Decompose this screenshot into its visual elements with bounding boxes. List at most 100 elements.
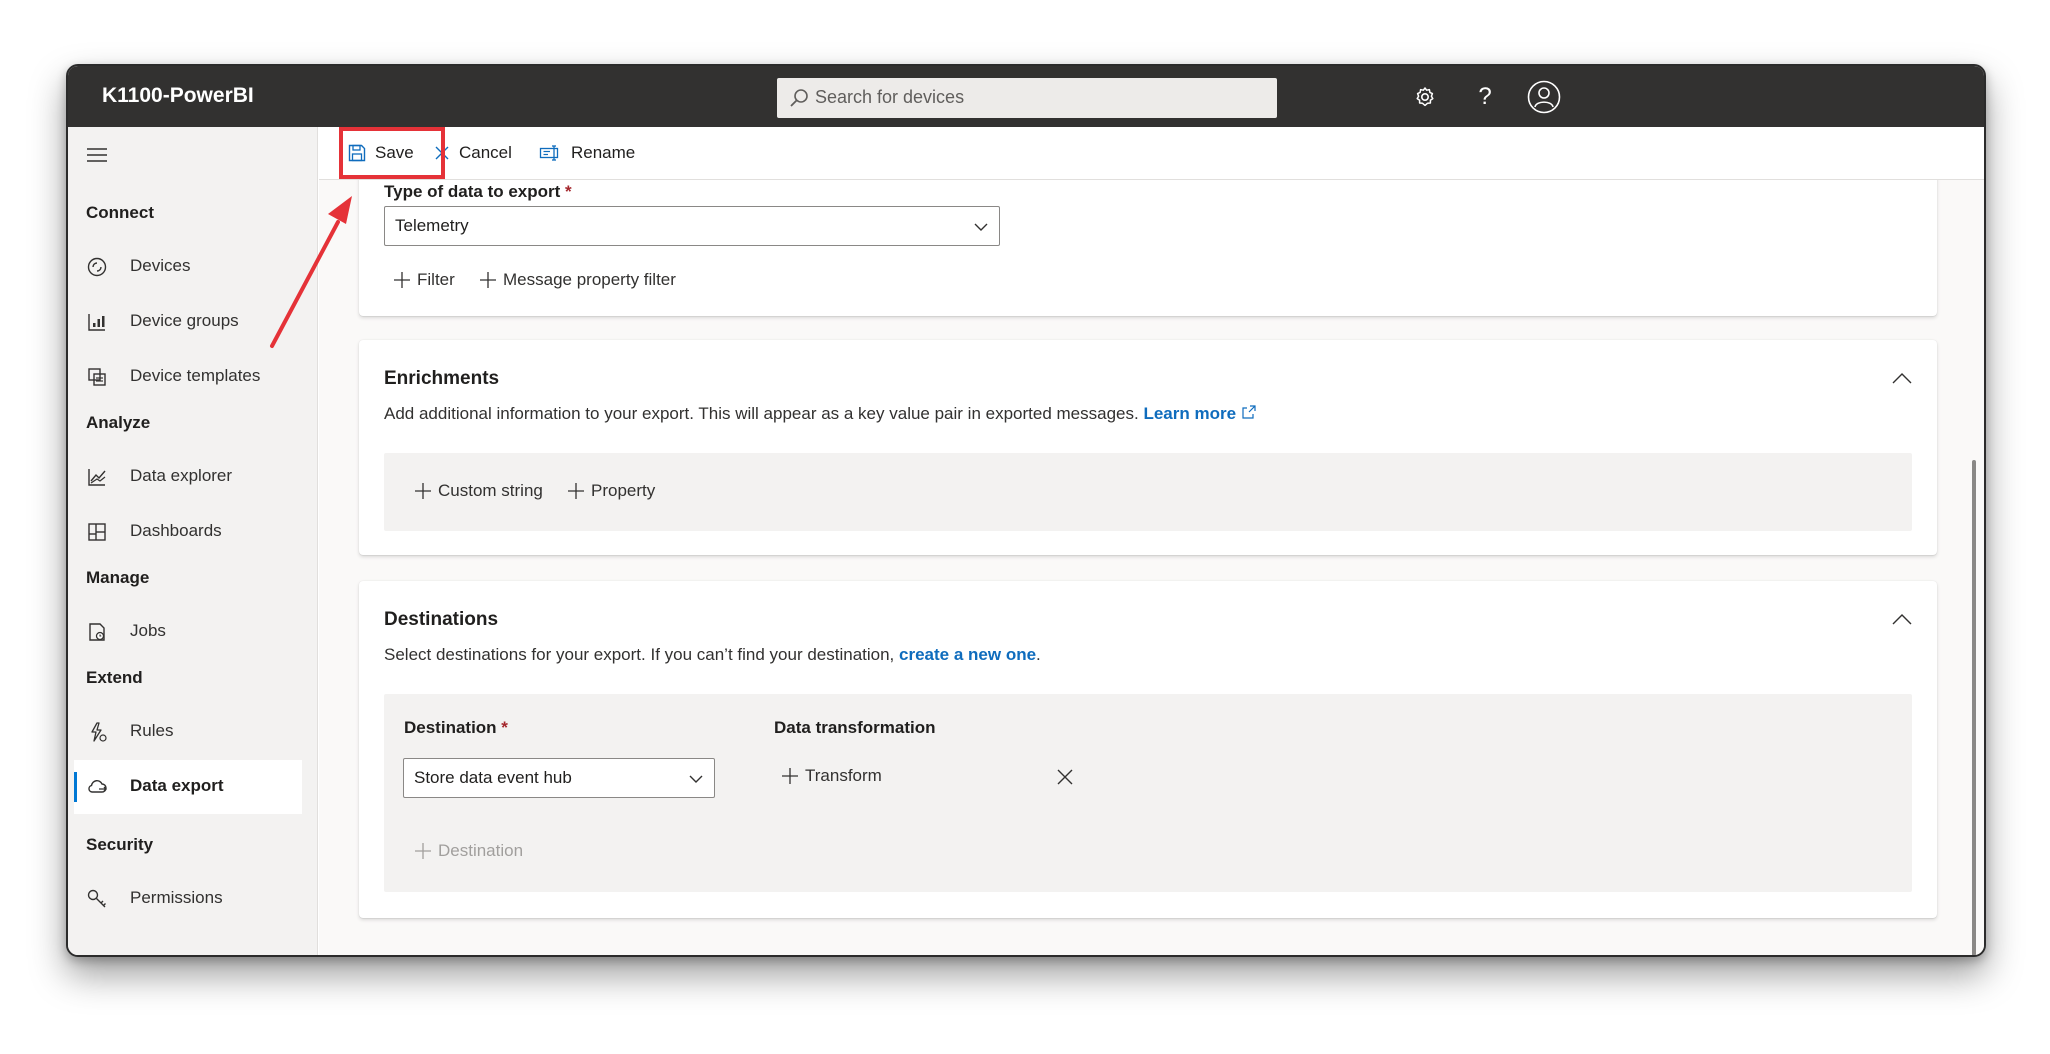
vertical-scrollbar[interactable] — [1972, 460, 1976, 955]
section-label-connect: Connect — [86, 203, 154, 222]
transform-label: Transform — [805, 766, 882, 785]
rename-icon — [539, 145, 559, 161]
data-explorer-icon — [88, 469, 106, 486]
destination-value: Store data event hub — [414, 768, 572, 787]
hamburger-menu-icon[interactable] — [84, 142, 110, 168]
search-input[interactable]: Search for devices — [815, 87, 964, 108]
cancel-label: Cancel — [459, 143, 512, 162]
destinations-description-text: Select destinations for your export. If … — [384, 645, 895, 664]
sidebar-item-label: Rules — [130, 721, 174, 740]
add-message-property-filter-button[interactable]: Message property filter — [479, 270, 676, 290]
chevron-down-icon — [689, 775, 703, 783]
required-mark: * — [501, 718, 508, 737]
sidebar-item-permissions[interactable]: Permissions — [74, 872, 302, 926]
learn-more-link[interactable]: Learn more — [1143, 404, 1236, 423]
command-bar: Save Cancel Rename — [319, 127, 1984, 180]
sidebar-item-label: Jobs — [130, 621, 166, 640]
filter-label: Filter — [417, 270, 455, 289]
jobs-icon — [89, 623, 105, 641]
destination-dropdown[interactable]: Store data event hub — [403, 758, 715, 798]
chevron-up-icon[interactable] — [1891, 609, 1913, 631]
app-window: K1100-PowerBI Search for devices ? Conne… — [66, 64, 1986, 957]
section-label-extend: Extend — [86, 668, 143, 687]
chevron-down-icon — [974, 223, 988, 231]
export-type-label: Type of data to export * — [384, 182, 572, 202]
device-groups-icon — [88, 314, 105, 331]
plus-icon — [415, 843, 431, 859]
sidebar-item-rules[interactable]: Rules — [74, 705, 302, 759]
export-type-label-text: Type of data to export — [384, 182, 561, 201]
remove-destination-icon[interactable] — [1056, 768, 1074, 786]
property-label: Property — [591, 481, 656, 500]
rename-label: Rename — [571, 143, 636, 162]
search-icon — [790, 89, 808, 107]
destination-label-text: Destination — [404, 718, 497, 737]
custom-string-label: Custom string — [438, 481, 543, 500]
destination-label: Destination * — [404, 718, 508, 738]
plus-icon — [415, 483, 431, 499]
sidebar-item-data-explorer[interactable]: Data explorer — [74, 450, 302, 504]
section-label-analyze: Analyze — [86, 413, 151, 432]
export-type-dropdown[interactable]: Telemetry — [384, 206, 1000, 246]
destinations-description: Select destinations for your export. If … — [384, 645, 1041, 665]
enrichments-description-text: Add additional information to your expor… — [384, 404, 1139, 423]
device-templates-icon — [88, 368, 106, 386]
sidebar-item-label: Permissions — [130, 888, 223, 907]
sidebar-item-label: Data explorer — [130, 466, 233, 485]
plus-icon — [568, 483, 584, 499]
sidebar-item-device-templates[interactable]: Device templates — [74, 350, 302, 404]
destinations-title: Destinations — [384, 609, 499, 630]
chevron-up-icon[interactable] — [1891, 368, 1913, 390]
destinations-card: Destinations Select destinations for you… — [359, 581, 1937, 918]
save-icon — [348, 144, 366, 162]
cancel-button[interactable]: Cancel — [433, 140, 512, 166]
search-box[interactable]: Search for devices — [777, 78, 1277, 118]
help-icon[interactable]: ? — [1468, 80, 1502, 114]
app-title[interactable]: K1100-PowerBI — [102, 84, 254, 108]
message-filter-label: Message property filter — [503, 270, 676, 289]
save-button[interactable]: Save — [347, 140, 414, 166]
main-content: Type of data to export * Telemetry Filte… — [319, 140, 1984, 955]
create-new-destination-link[interactable]: create a new one — [899, 645, 1036, 664]
add-property-button[interactable]: Property — [567, 481, 655, 501]
sidebar-item-label: Device templates — [130, 366, 261, 385]
add-transform-button[interactable]: Transform — [781, 766, 882, 786]
dashboards-icon — [88, 523, 106, 541]
section-label-manage: Manage — [86, 568, 150, 587]
plus-icon — [480, 272, 496, 288]
account-icon[interactable] — [1527, 80, 1561, 114]
devices-icon — [87, 257, 107, 277]
sidebar-item-label: Devices — [130, 256, 191, 275]
plus-icon — [394, 272, 410, 288]
data-export-icon — [88, 780, 107, 793]
save-label: Save — [375, 143, 414, 162]
enrichments-actions-panel: Custom string Property — [384, 453, 1912, 531]
export-type-value: Telemetry — [395, 216, 469, 235]
top-bar: K1100-PowerBI Search for devices ? — [68, 66, 1984, 127]
sidebar: Connect Devices Device groups Device tem… — [68, 127, 318, 955]
section-label-security: Security — [86, 835, 154, 854]
rename-button[interactable]: Rename — [539, 140, 635, 166]
add-filter-button[interactable]: Filter — [393, 270, 455, 290]
sidebar-item-devices[interactable]: Devices — [74, 240, 302, 294]
sidebar-item-data-export[interactable]: Data export — [74, 760, 302, 814]
add-destination-button[interactable]: Destination — [414, 841, 523, 861]
external-link-icon — [1242, 405, 1256, 419]
sidebar-item-label: Data export — [130, 776, 224, 795]
sidebar-item-jobs[interactable]: Jobs — [74, 605, 302, 659]
sidebar-item-dashboards[interactable]: Dashboards — [74, 505, 302, 559]
sidebar-item-device-groups[interactable]: Device groups — [74, 295, 302, 349]
settings-icon[interactable] — [1408, 80, 1442, 114]
rules-icon — [91, 722, 107, 742]
enrichments-title: Enrichments — [384, 368, 500, 389]
close-icon — [435, 146, 449, 160]
sidebar-item-label: Dashboards — [130, 521, 222, 540]
enrichments-card: Enrichments Add additional information t… — [359, 340, 1937, 555]
add-destination-label: Destination — [438, 841, 524, 860]
sidebar-item-label: Device groups — [130, 311, 239, 330]
data-transformation-label: Data transformation — [774, 718, 936, 737]
plus-icon — [782, 768, 798, 784]
add-custom-string-button[interactable]: Custom string — [414, 481, 543, 501]
description-suffix: . — [1036, 645, 1041, 664]
required-mark: * — [565, 182, 572, 201]
